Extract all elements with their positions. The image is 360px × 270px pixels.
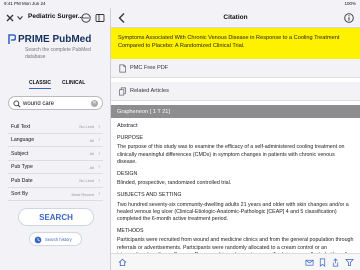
tab-clinical[interactable]: CLINICAL [62,80,85,86]
search-icon [13,100,21,108]
grapheneon-bar[interactable]: Grapheneon [ 1 T 21] [111,105,360,118]
filter-pub-date[interactable]: Pub Date No Limit › [8,174,103,188]
search-button[interactable]: SEARCH [18,208,94,226]
clear-search-icon[interactable]: ✕ [91,100,98,107]
sidebar-title[interactable]: Pediatric Surger... [28,13,83,20]
chevron-down-icon[interactable] [16,14,24,22]
email-icon[interactable] [305,258,314,267]
section-title: METHODS [117,228,144,235]
pdf-icon [119,64,127,73]
chevron-right-icon: › [98,137,100,143]
related-articles-link[interactable]: Related Articles [111,82,360,101]
status-battery: 100% [344,1,356,6]
search-history-button[interactable]: Search history [29,232,82,246]
chevron-right-icon: › [98,150,100,157]
sidebar: Pediatric Surger... PRIME PubMed Search … [0,8,111,270]
page-title: Citation [223,14,248,21]
section-title: PURPOSE [117,135,143,142]
info-icon[interactable] [344,13,354,23]
abstract-heading: Abstract [117,123,138,129]
citation-pane: Citation Symptoms Associated With Chroni… [111,8,360,270]
section-text: Blinded, prospective, randomized control… [117,180,232,187]
status-time: 9:41 PM Mon Jun 24 [4,1,46,6]
search-mode-tabs: CLASSIC CLINICAL [21,80,85,89]
brand-subtitle: Search the complete PubMed database [25,47,91,60]
search-input[interactable] [23,99,89,108]
prime-logo-icon [8,34,16,44]
close-icon[interactable] [5,13,15,23]
article-title: Symptoms Associated With Chronic Venous … [111,28,360,59]
abstract: Abstract PURPOSE The purpose of this stu… [111,118,360,254]
section-text: Two hundred seventy-six community-dwelli… [117,201,349,223]
brand-name: PRIME PubMed [18,34,92,45]
filter-sort-by[interactable]: Sort By Most Recent › [8,188,103,201]
filter-full-text[interactable]: Full Text No Limit › [8,120,103,134]
section-text: The purpose of this study was to examine… [117,144,345,165]
search-field[interactable]: ✕ [8,96,103,110]
filter-pub-type[interactable]: Pub Type All › [8,161,103,174]
chevron-right-icon: › [98,164,100,170]
chevron-right-icon: › [98,177,100,184]
chevron-right-icon: › [98,191,100,197]
filter-list: Full Text No Limit › Language All › Subject A… [8,120,103,201]
bottom-toolbar [111,253,360,270]
filter-icon[interactable] [345,258,354,267]
filter-language[interactable]: Language All › [8,134,103,147]
home-icon[interactable] [118,258,127,267]
bookmark-icon[interactable] [318,258,327,267]
history-icon [34,236,42,244]
main-nav-bar: Citation [111,8,360,28]
filter-subject[interactable]: Subject All › [8,147,103,161]
chevron-right-icon: › [98,123,100,130]
pmc-free-pdf-link[interactable]: PMC Free PDF [111,59,360,78]
status-bar: 9:41 PM Mon Jun 24 100% [0,0,360,8]
section-title: DESIGN [117,171,138,178]
tab-classic[interactable]: CLASSIC [29,80,51,89]
section-text: Participants were recruited from wound a… [117,237,354,254]
more-icon[interactable] [81,13,91,23]
related-icon [118,87,127,96]
section-title: SUBJECTS AND SETTING [117,192,182,199]
share-icon[interactable] [331,258,340,267]
sidebar-nav-bar: Pediatric Surger... [0,8,111,28]
sidebar-toggle-icon[interactable] [95,13,105,23]
